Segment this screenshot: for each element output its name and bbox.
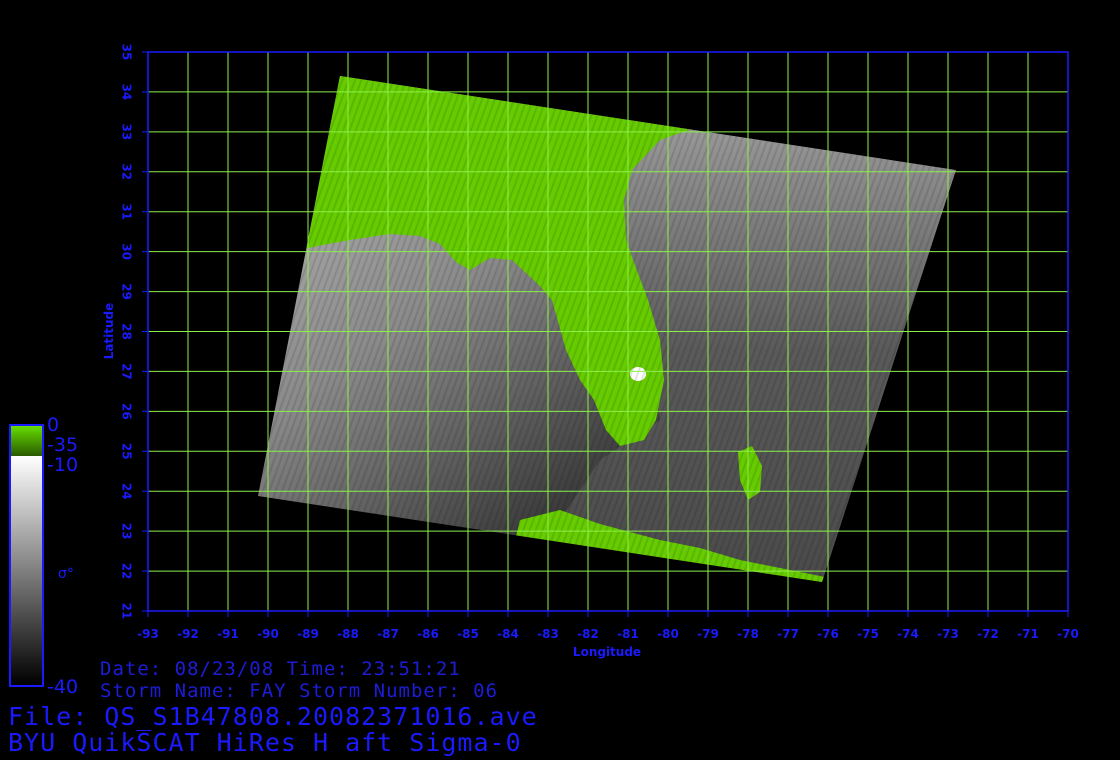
lat-tick-label: 28 bbox=[120, 323, 134, 340]
date-time-text: Date: 08/23/08 Time: 23:51:21 bbox=[100, 658, 461, 680]
lat-tick-label: 27 bbox=[120, 363, 134, 380]
longitude-axis-label: Longitude bbox=[573, 645, 641, 659]
lat-tick-label: 30 bbox=[120, 243, 134, 260]
colorbar-ocean-segment bbox=[11, 456, 42, 685]
lon-tick-label: -75 bbox=[857, 627, 879, 641]
scatterometer-map: -93 -92 -91 -90 -89 -88 -87 -86 -85 -84 -83 -82 -81 -… bbox=[9, 44, 1079, 687]
longitude-ticks: -93 -92 -91 -90 -89 -88 -87 -86 -85 -84 -83 -82 -81 -… bbox=[137, 611, 1079, 641]
colorbar-land-max-label: 0 bbox=[47, 414, 60, 436]
lon-tick-label: -93 bbox=[137, 627, 159, 641]
satellite-swath bbox=[258, 76, 956, 582]
lat-tick-label: 29 bbox=[120, 283, 134, 300]
lon-tick-label: -88 bbox=[337, 627, 359, 641]
lon-tick-label: -92 bbox=[177, 627, 199, 641]
lat-tick-label: 35 bbox=[120, 44, 134, 61]
lon-tick-label: -71 bbox=[1017, 627, 1039, 641]
lon-tick-label: -89 bbox=[297, 627, 319, 641]
lon-tick-label: -80 bbox=[657, 627, 679, 641]
lat-tick-label: 24 bbox=[120, 483, 134, 500]
storm-info-text: Storm Name: FAY Storm Number: 06 bbox=[100, 680, 499, 702]
file-name-text: File: QS_S1B47808.20082371016.ave bbox=[8, 702, 538, 731]
lon-tick-label: -84 bbox=[497, 627, 519, 641]
lon-tick-label: -79 bbox=[697, 627, 719, 641]
lon-tick-label: -72 bbox=[977, 627, 999, 641]
lon-tick-label: -86 bbox=[417, 627, 439, 641]
lon-tick-label: -74 bbox=[897, 627, 919, 641]
lat-tick-label: 23 bbox=[120, 523, 134, 540]
latitude-axis-label: Latitude bbox=[102, 303, 116, 360]
lon-tick-label: -78 bbox=[737, 627, 759, 641]
colorbar-ocean-min-label: -40 bbox=[47, 676, 79, 698]
colorbar-ocean-max-label: -10 bbox=[47, 454, 79, 476]
lat-tick-label: 22 bbox=[120, 563, 134, 580]
colorbar-land-segment bbox=[11, 426, 42, 456]
lon-tick-label: -70 bbox=[1057, 627, 1079, 641]
lon-tick-label: -83 bbox=[537, 627, 559, 641]
lon-tick-label: -85 bbox=[457, 627, 479, 641]
lat-tick-label: 32 bbox=[120, 163, 134, 180]
lat-tick-label: 21 bbox=[120, 603, 134, 620]
lon-tick-label: -87 bbox=[377, 627, 399, 641]
product-title-text: BYU QuikSCAT HiRes H aft Sigma-0 bbox=[8, 728, 522, 757]
lat-tick-label: 34 bbox=[120, 84, 134, 101]
lat-tick-label: 25 bbox=[120, 443, 134, 460]
lon-tick-label: -91 bbox=[217, 627, 239, 641]
colorbar-land-min-label: -35 bbox=[47, 434, 79, 456]
lon-tick-label: -73 bbox=[937, 627, 959, 641]
lon-tick-label: -82 bbox=[577, 627, 599, 641]
lat-tick-label: 33 bbox=[120, 124, 134, 141]
latitude-ticks: 21 22 23 24 25 26 27 28 29 30 31 32 33 34 35 bbox=[120, 44, 148, 620]
lon-tick-label: -77 bbox=[777, 627, 799, 641]
lat-tick-label: 31 bbox=[120, 203, 134, 220]
lon-tick-label: -90 bbox=[257, 627, 279, 641]
lat-tick-label: 26 bbox=[120, 403, 134, 420]
lon-tick-label: -76 bbox=[817, 627, 839, 641]
colorbar-symbol: σ° bbox=[58, 566, 74, 582]
lon-tick-label: -81 bbox=[617, 627, 639, 641]
